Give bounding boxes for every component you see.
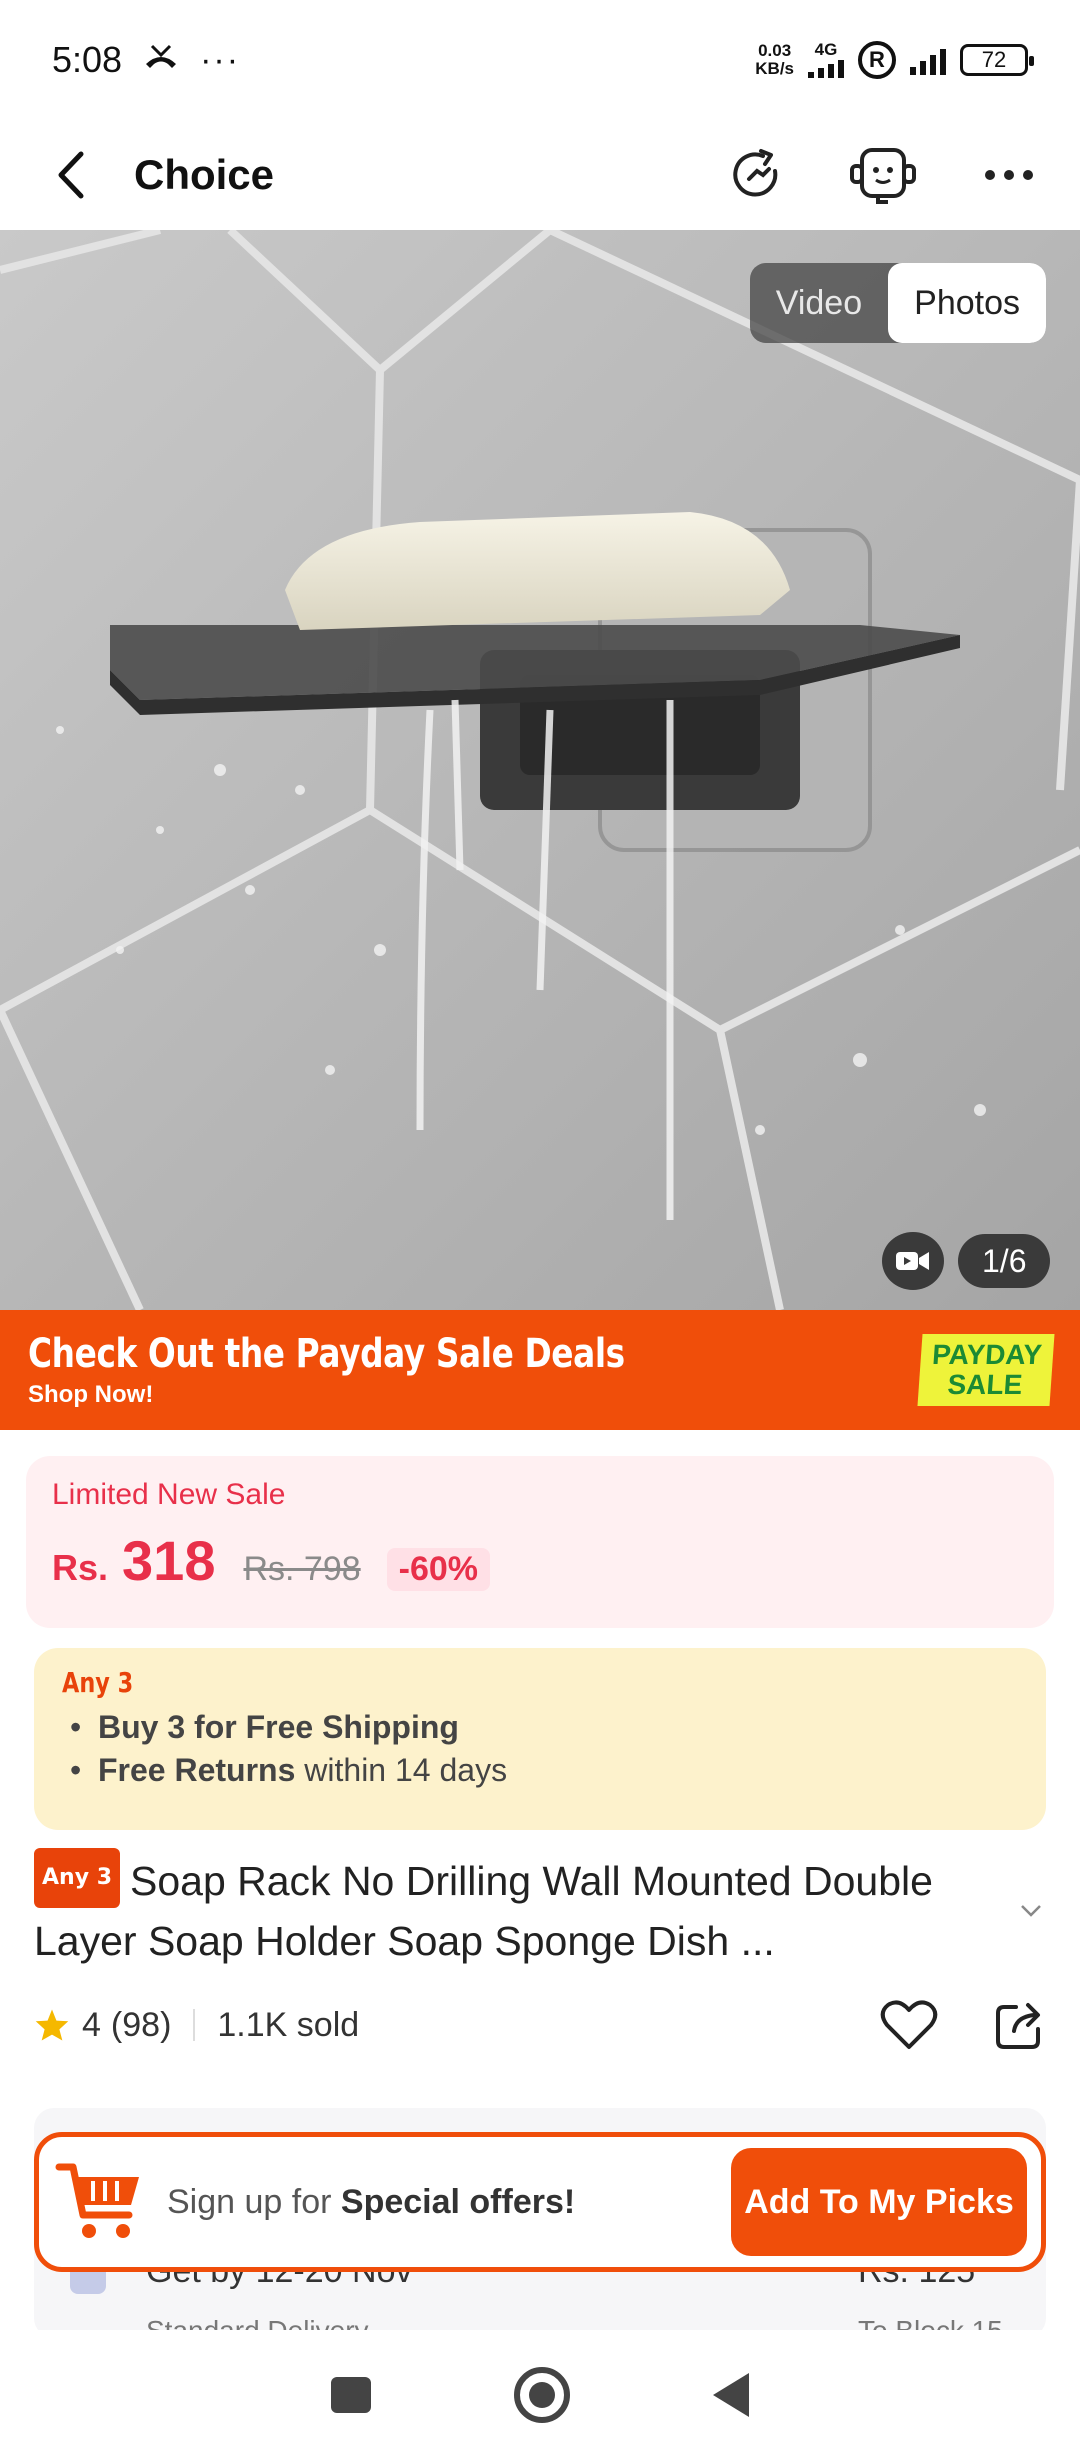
product-title: Soap Rack No Drilling Wall Mounted Doubl… (34, 1858, 933, 1965)
customer-service-button[interactable] (848, 140, 918, 210)
more-notifications-icon: ··· (200, 40, 241, 79)
share-icon[interactable] (994, 1999, 1046, 2051)
image-counter: 1/6 (958, 1234, 1051, 1288)
home-icon[interactable] (513, 2367, 570, 2423)
discount-badge: -60% (386, 1548, 491, 1591)
network-type: 4G (814, 40, 838, 59)
offer-free-shipping: Buy 3 for Free Shipping (62, 1709, 1018, 1746)
more-icon (985, 170, 1033, 180)
product-photo (0, 230, 1080, 1310)
more-options-button[interactable] (974, 140, 1044, 210)
missed-call-icon (142, 39, 180, 81)
share-rotate-icon (733, 149, 778, 197)
any3-badge: Any 3 (34, 1848, 120, 1909)
video-icon[interactable] (882, 1232, 944, 1290)
heart-icon[interactable] (880, 1999, 938, 2051)
network-speed: 0.03 KB/s (755, 41, 794, 78)
chevron-down-icon (1021, 1905, 1041, 1917)
banner-title: Check Out the Payday Sale Deals (28, 1331, 625, 1377)
offer-tag: Any 3 (62, 1666, 134, 1699)
clock: 5:08 (52, 39, 123, 80)
price-currency: Rs. (52, 1547, 109, 1588)
rating-row: 4 (98) 1.1K sold (34, 1995, 1046, 2055)
price-card: Limited New Sale Rs. 318 Rs. 798 -60% (26, 1456, 1054, 1628)
rating-count[interactable]: (98) (111, 2006, 171, 2045)
payday-sale-badge: PAYDAY SALE (917, 1334, 1055, 1406)
star-icon (35, 2009, 69, 2041)
bundle-offer-card[interactable]: Any 3 Buy 3 for Free Shipping Free Retur… (34, 1648, 1046, 1830)
share-button[interactable] (722, 140, 792, 210)
back-button[interactable] (36, 140, 106, 210)
product-title-block[interactable]: Any 3 Soap Rack No Drilling Wall Mounted … (34, 1848, 994, 1968)
banner-subtitle: Shop Now! (28, 1381, 154, 1408)
shopping-cart-icon (55, 2163, 139, 2238)
signal-icon-2 (910, 45, 946, 75)
back-triangle-icon[interactable] (712, 2373, 749, 2417)
signup-text: Sign up for Special offers! (167, 2182, 576, 2221)
recent-apps-icon[interactable] (331, 2377, 372, 2413)
product-image-gallery[interactable]: Video Photos 1/6 (0, 230, 1080, 1310)
divider (193, 2009, 196, 2041)
rating-score: 4 (82, 2005, 101, 2044)
page-title: Choice (134, 151, 275, 198)
robot-support-icon (850, 148, 916, 204)
chevron-left-icon (58, 151, 84, 199)
sale-price: 318 (122, 1529, 216, 1592)
system-navigation-bar (0, 2330, 1080, 2460)
product-page: 5:08 ··· 0.03 KB/s 4G R 72 Choice Video … (0, 0, 1080, 2460)
tab-video[interactable]: Video (750, 263, 888, 343)
roaming-icon: R (858, 41, 896, 79)
status-bar: 5:08 ··· 0.03 KB/s 4G R 72 (0, 0, 1080, 120)
tab-photos[interactable]: Photos (888, 263, 1046, 343)
add-to-my-picks-button[interactable]: Add To My Picks (731, 2148, 1027, 2256)
payday-sale-banner[interactable]: Check Out the Payday Sale Deals Shop Now… (0, 1310, 1080, 1430)
original-price: Rs. 798 (243, 1550, 361, 1588)
app-header: Choice (0, 120, 1080, 230)
expand-title-button[interactable] (1016, 1896, 1046, 1926)
sold-count: 1.1K sold (217, 2005, 360, 2044)
signal-icon (808, 58, 844, 78)
signup-offer-bar: Sign up for Special offers! Add To My Pi… (34, 2132, 1046, 2272)
offer-free-returns: Free Returns within 14 days (62, 1752, 1018, 1789)
media-toggle: Video Photos (749, 263, 1046, 343)
battery-icon: 72 (960, 44, 1034, 76)
sale-label: Limited New Sale (52, 1478, 286, 1511)
